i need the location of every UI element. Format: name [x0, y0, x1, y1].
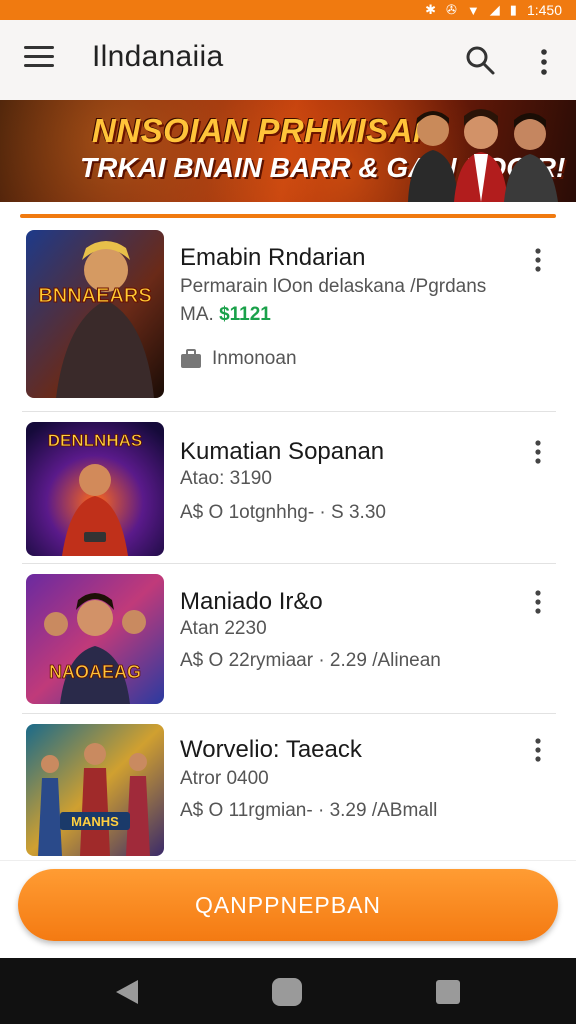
game-thumbnail: BNNAEARS — [26, 230, 164, 398]
status-time: 1:450 — [526, 2, 562, 18]
item-subtitle: Atao: 3190 — [180, 468, 272, 489]
svg-text:DENLNHAS: DENLNHAS — [48, 431, 142, 450]
promo-banner[interactable]: NNSOIAN PRHMISAN TRKAI BNAIN BARR & GAIN… — [0, 100, 576, 202]
item-price: $1121 — [219, 304, 271, 325]
item-price-prefix: MA. — [180, 304, 214, 325]
item-title: Kumatian Sopanan — [180, 438, 385, 465]
item-more-icon[interactable] — [528, 438, 548, 466]
item-subtitle: Atror 0400 — [180, 768, 269, 789]
game-thumbnail: NAOAEAG — [26, 574, 164, 704]
item-meta: A$ O 1otgnhhg- · S 3.30 — [180, 502, 386, 523]
status-bar: ✱ ✇ ▼ ◢ ▮ 1:450 — [0, 0, 576, 20]
wifi-icon: ▼ — [466, 2, 480, 18]
signal-icon: ◢ — [489, 2, 500, 17]
item-meta: A$ O 22rymiaar · 2.29 /Alinean — [180, 650, 441, 671]
item-title: Maniado Ir&o — [180, 588, 323, 615]
item-more-icon[interactable] — [528, 736, 548, 764]
item-tag: Inmonoan — [180, 348, 297, 370]
svg-text:MANHS: MANHS — [71, 814, 119, 829]
banner-headline: NNSOIAN PRHMISAN — [92, 112, 438, 149]
settings-icon: ✱ — [425, 2, 437, 17]
cta-container: QANPPNEPBAN — [0, 860, 576, 958]
item-subtitle: Atan 2230 — [180, 618, 267, 639]
item-title: Worvelio: Taeack — [180, 736, 362, 763]
primary-action-button[interactable]: QANPPNEPBAN — [18, 869, 558, 941]
briefcase-icon — [181, 349, 201, 368]
search-icon[interactable] — [464, 44, 496, 76]
system-nav-bar — [0, 958, 576, 1024]
list-item[interactable]: MANHS Worvelio: Taeack Atror 0400 A$ O 1… — [22, 714, 556, 860]
more-vert-icon[interactable] — [528, 46, 560, 78]
nav-back-icon[interactable] — [116, 980, 138, 1004]
nav-home-icon[interactable] — [272, 978, 302, 1006]
nav-recents-icon[interactable] — [436, 980, 460, 1004]
game-thumbnail: MANHS — [26, 724, 164, 856]
item-price-line: MA. $1121 — [180, 304, 271, 326]
item-more-icon[interactable] — [528, 588, 548, 616]
game-thumbnail: DENLNHAS — [26, 422, 164, 556]
item-more-icon[interactable] — [528, 246, 548, 274]
vibrate-icon: ✇ — [446, 2, 457, 17]
list-item[interactable]: NAOAEAG Maniado Ir&o Atan 2230 A$ O 22ry… — [22, 564, 556, 714]
item-tag-label: Inmonoan — [212, 348, 297, 369]
app-bar: Ilndanaiia — [0, 20, 576, 100]
app-title: Ilndanaiia — [92, 40, 224, 73]
list-item[interactable]: DENLNHAS Kumatian Sopanan Atao: 3190 A$ … — [22, 412, 556, 564]
item-title: Emabin Rndarian — [180, 244, 366, 271]
menu-icon[interactable] — [24, 46, 54, 74]
list-item[interactable]: BNNAEARS Emabin Rndarian Permarain lOon … — [22, 218, 556, 412]
battery-icon: ▮ — [509, 2, 517, 17]
svg-text:BNNAEARS: BNNAEARS — [38, 285, 151, 307]
item-subtitle: Permarain lOon delaskana /Pgrdans — [180, 276, 487, 297]
item-meta: A$ O 11rgmian- · 3.29 /ABmall — [180, 800, 438, 821]
svg-text:NAOAEAG: NAOAEAG — [49, 662, 141, 682]
status-icons: ✱ ✇ ▼ ◢ ▮ 1:450 — [425, 1, 562, 19]
hero-figure-image — [504, 113, 558, 202]
